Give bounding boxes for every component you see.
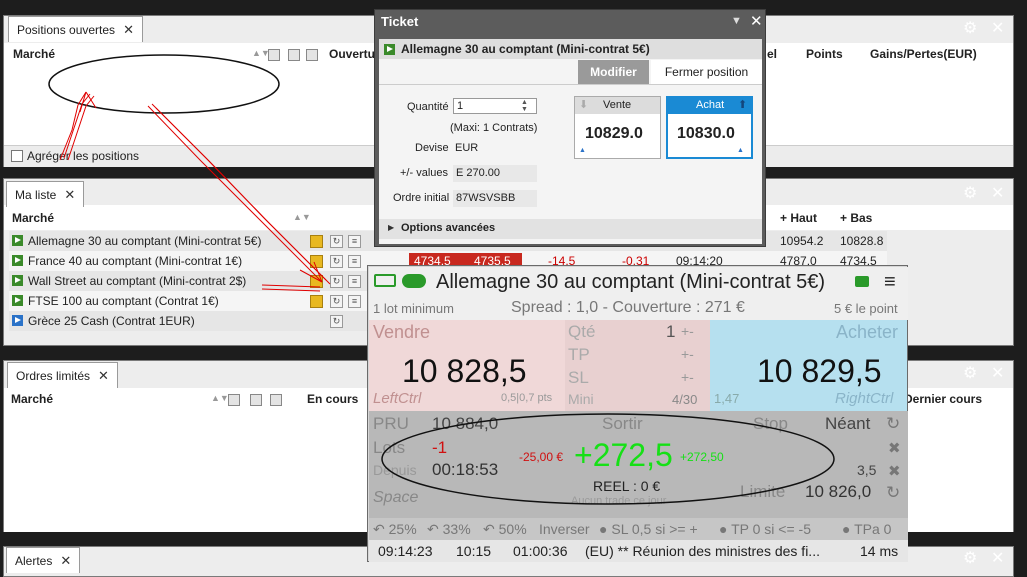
annotation-ellipse [381,413,835,505]
annotation-ellipse [48,54,280,114]
annotation-arrow [261,284,321,288]
annotation-arrow [261,288,321,292]
annotation-overlay [48,54,835,505]
annotation-arrow [79,91,97,113]
annotation-arrow [155,107,331,285]
annotation-arrow [147,105,323,283]
